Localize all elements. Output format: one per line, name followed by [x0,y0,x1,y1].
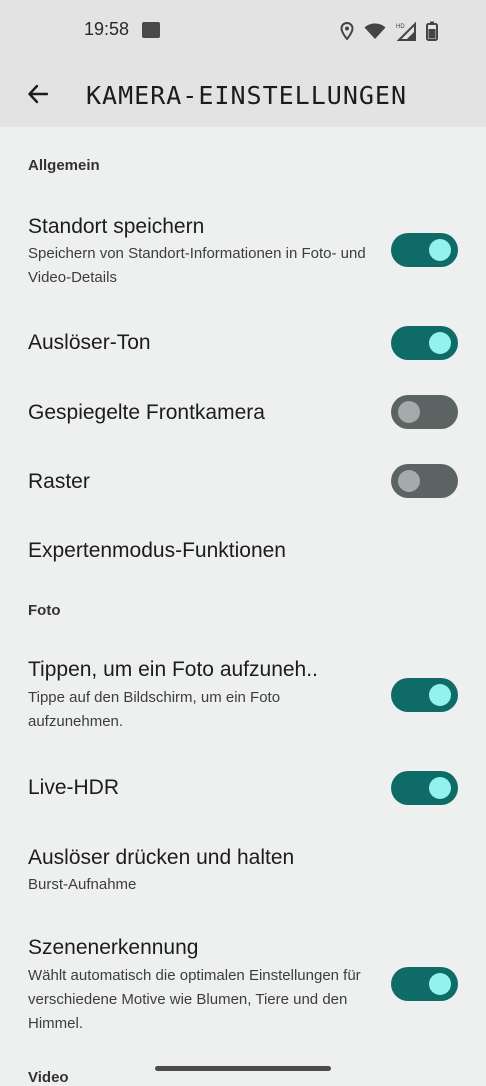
setting-subtitle: Wählt automatisch die optimalen Einstell… [28,967,361,1032]
setting-title: Tippen, um ein Foto aufzuneh.. [28,658,318,681]
arrow-back-icon [28,84,49,104]
location-icon [340,22,354,40]
toggle-tippen[interactable] [391,678,458,712]
section-header-video: Video [28,1069,69,1086]
setting-title: Auslöser drücken und halten [28,846,295,869]
setting-row-standort[interactable]: Standort speichern Speichern von Standor… [0,210,486,302]
toggle-live-hdr[interactable] [391,771,458,805]
svg-text:HD: HD [396,24,405,30]
setting-title: Raster [28,470,90,493]
page-title: KAMERA-EINSTELLUNGEN [86,81,408,110]
status-icons: HD [340,19,438,43]
toggle-ausloeser-ton[interactable] [391,326,458,360]
toggle-knob [429,777,451,799]
signal-hd-icon: HD [396,21,416,41]
setting-subtitle: Burst-Aufnahme [28,876,137,893]
setting-title: Gespiegelte Frontkamera [28,401,265,424]
setting-row-ausloeser-halten[interactable]: Auslöser drücken und halten Burst-Aufnah… [0,840,486,900]
setting-title: Expertenmodus-Funktionen [28,539,286,562]
section-header-foto: Foto [28,602,61,619]
status-bar: 19:58 HD [0,0,486,62]
toggle-knob [429,684,451,706]
toggle-knob [429,973,451,995]
setting-title: Standort speichern [28,215,205,238]
setting-row-tippen[interactable]: Tippen, um ein Foto aufzuneh.. Tippe auf… [0,652,486,738]
back-button[interactable] [18,74,58,114]
setting-title: Live-HDR [28,776,120,799]
setting-row-raster[interactable]: Raster [0,459,486,507]
setting-row-szenenerkennung[interactable]: Szenenerkennung Wählt automatisch die op… [0,931,486,1041]
setting-row-live-hdr[interactable]: Live-HDR [0,765,486,813]
app-notification-icon [142,22,160,38]
setting-title: Szenenerkennung [28,936,199,959]
toggle-standort[interactable] [391,233,458,267]
setting-subtitle: Speichern von Standort-Informationen in … [28,245,366,286]
toggle-knob [429,332,451,354]
toggle-gespiegelte-frontkamera[interactable] [391,395,458,429]
setting-row-gespiegelte-frontkamera[interactable]: Gespiegelte Frontkamera [0,390,486,438]
app-bar: KAMERA-EINSTELLUNGEN [0,62,486,127]
toggle-szenenerkennung[interactable] [391,967,458,1001]
setting-subtitle: Tippe auf den Bildschirm, um ein Foto au… [28,689,281,730]
section-header-allgemein: Allgemein [28,157,100,174]
toggle-knob [398,401,420,423]
setting-row-expertenmodus[interactable]: Expertenmodus-Funktionen [0,528,486,576]
wifi-icon [364,23,386,39]
status-time: 19:58 [84,19,130,39]
setting-title: Auslöser-Ton [28,331,151,354]
toggle-raster[interactable] [391,464,458,498]
toggle-knob [398,470,420,492]
toggle-knob [429,239,451,261]
gesture-navigation-bar[interactable] [155,1066,331,1071]
battery-icon [426,21,438,41]
setting-row-ausloeser-ton[interactable]: Auslöser-Ton [0,320,486,368]
